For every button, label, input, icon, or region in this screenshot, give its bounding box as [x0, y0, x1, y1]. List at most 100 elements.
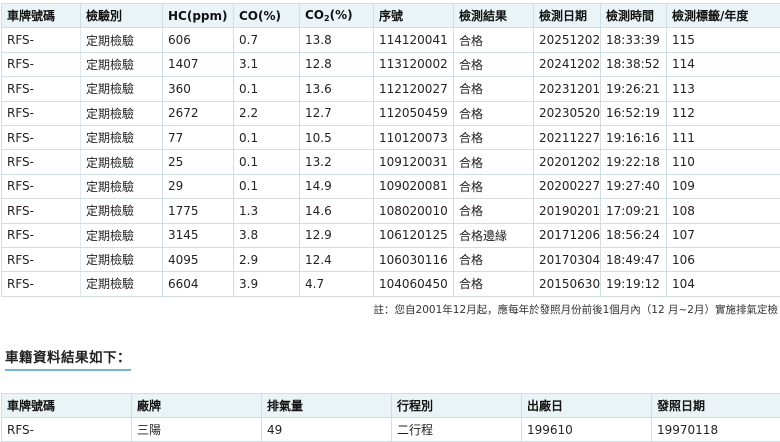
col-header-serial: 序號 — [373, 2, 454, 29]
cell-result: 合格 — [453, 198, 534, 224]
vehicle-section-title: 車籍資料結果如下： — [5, 346, 131, 371]
col-header-co: CO(%) — [233, 2, 300, 29]
cell-serial: 112120027 — [373, 76, 454, 102]
cell-hc: 29 — [162, 173, 234, 200]
cell-co2: 12.7 — [299, 100, 374, 126]
cell-hc: 6604 — [162, 271, 234, 297]
cell-plate: RFS- — [1, 76, 81, 102]
vehicle-cell-plate: RFS- — [1, 417, 132, 442]
vehicle-header-displacement: 排氣量 — [261, 393, 392, 418]
cell-co: 0.1 — [233, 76, 300, 102]
vehicle-registration-table: 車牌號碼 廠牌 排氣量 行程別 出廠日 發照日期 RFS- 三陽 49 二行程 … — [1, 393, 780, 442]
cell-type: 定期檢驗 — [80, 124, 163, 151]
vehicle-header-plate: 車牌號碼 — [1, 393, 132, 418]
vehicle-cell-displacement: 49 — [261, 417, 392, 442]
cell-co: 2.2 — [233, 100, 300, 126]
cell-type: 定期檢驗 — [80, 100, 163, 126]
cell-result: 合格邊緣 — [453, 222, 534, 248]
cell-label: 114 — [666, 51, 780, 78]
cell-time: 19:16:16 — [600, 124, 667, 151]
vehicle-cell-stroke: 二行程 — [391, 417, 522, 442]
cell-serial: 112050459 — [373, 100, 454, 126]
col-header-result: 檢測結果 — [453, 2, 534, 29]
cell-co2: 14.6 — [299, 198, 374, 224]
table-row: RFS- 定期檢驗 606 0.7 13.8 114120041 合格 20251202 18:… — [1, 27, 780, 53]
cell-time: 18:56:24 — [600, 222, 667, 248]
cell-serial: 104060450 — [373, 271, 454, 297]
cell-type: 定期檢驗 — [80, 149, 163, 175]
cell-label: 113 — [666, 76, 780, 102]
cell-hc: 2672 — [162, 100, 234, 126]
cell-serial: 110120073 — [373, 124, 454, 151]
cell-co2: 12.9 — [299, 222, 374, 248]
cell-co2: 14.9 — [299, 173, 374, 200]
cell-date: 20190201 — [533, 198, 601, 224]
cell-time: 17:09:21 — [600, 198, 667, 224]
cell-date: 20230520 — [533, 100, 601, 126]
inspection-header-row: 車牌號碼 檢驗別 HC(ppm) CO(%) CO2(%) 序號 檢測結果 檢測… — [1, 2, 780, 29]
cell-co: 3.1 — [233, 51, 300, 78]
cell-plate: RFS- — [1, 246, 81, 273]
col-header-hc: HC(ppm) — [162, 2, 234, 29]
cell-type: 定期檢驗 — [80, 27, 163, 53]
table-row: RFS- 定期檢驗 77 0.1 10.5 110120073 合格 20211227 19:1… — [1, 124, 780, 151]
cell-co2: 12.4 — [299, 246, 374, 273]
cell-serial: 109020081 — [373, 173, 454, 200]
cell-co2: 13.6 — [299, 76, 374, 102]
cell-co: 0.1 — [233, 124, 300, 151]
cell-label: 112 — [666, 100, 780, 126]
cell-co: 0.1 — [233, 149, 300, 175]
table-row: RFS- 定期檢驗 6604 3.9 4.7 104060450 合格 20150630 19:… — [1, 271, 780, 297]
cell-co2: 13.2 — [299, 149, 374, 175]
cell-hc: 360 — [162, 76, 234, 102]
inspection-note: 註：您自2001年12月起，應每年於發照月份前後1個月內（12 月~2月）實施排… — [373, 304, 778, 316]
cell-label: 108 — [666, 198, 780, 224]
table-row: RFS- 定期檢驗 3145 3.8 12.9 106120125 合格邊緣 20171206… — [1, 222, 780, 248]
cell-time: 16:52:19 — [600, 100, 667, 126]
cell-type: 定期檢驗 — [80, 51, 163, 78]
cell-label: 109 — [666, 173, 780, 200]
cell-type: 定期檢驗 — [80, 173, 163, 200]
table-row: RFS- 定期檢驗 25 0.1 13.2 109120031 合格 20201202 19:2… — [1, 149, 780, 175]
cell-co: 0.7 — [233, 27, 300, 53]
cell-hc: 3145 — [162, 222, 234, 248]
table-row: RFS- 定期檢驗 2672 2.2 12.7 112050459 合格 20230520 16… — [1, 100, 780, 126]
cell-plate: RFS- — [1, 124, 81, 151]
cell-plate: RFS- — [1, 51, 81, 78]
cell-label: 110 — [666, 149, 780, 175]
cell-serial: 113120002 — [373, 51, 454, 78]
cell-result: 合格 — [453, 100, 534, 126]
cell-time: 19:27:40 — [600, 173, 667, 200]
cell-hc: 606 — [162, 27, 234, 53]
cell-co: 0.1 — [233, 173, 300, 200]
cell-date: 20211227 — [533, 124, 601, 151]
cell-serial: 106120125 — [373, 222, 454, 248]
cell-date: 20200227 — [533, 173, 601, 200]
table-row: RFS- 定期檢驗 1407 3.1 12.8 113120002 合格 20241202 18… — [1, 51, 780, 78]
cell-result: 合格 — [453, 51, 534, 78]
vehicle-header-mfg: 出廠日 — [521, 393, 652, 418]
col-header-time: 檢測時間 — [600, 2, 667, 29]
cell-type: 定期檢驗 — [80, 246, 163, 273]
cell-hc: 77 — [162, 124, 234, 151]
cell-serial: 106030116 — [373, 246, 454, 273]
cell-result: 合格 — [453, 76, 534, 102]
cell-type: 定期檢驗 — [80, 222, 163, 248]
vehicle-header-issue: 發照日期 — [651, 393, 780, 418]
cell-result: 合格 — [453, 173, 534, 200]
cell-co: 3.9 — [233, 271, 300, 297]
cell-plate: RFS- — [1, 198, 81, 224]
cell-co2: 12.8 — [299, 51, 374, 78]
cell-plate: RFS- — [1, 27, 81, 53]
cell-co: 1.3 — [233, 198, 300, 224]
vehicle-header-brand: 廠牌 — [131, 393, 262, 418]
cell-serial: 108020010 — [373, 198, 454, 224]
cell-label: 106 — [666, 246, 780, 273]
cell-label: 104 — [666, 271, 780, 297]
cell-hc: 1775 — [162, 198, 234, 224]
cell-hc: 4095 — [162, 246, 234, 273]
cell-co2: 4.7 — [299, 271, 374, 297]
cell-time: 19:26:21 — [600, 76, 667, 102]
cell-serial: 114120041 — [373, 27, 454, 53]
cell-date: 20251202 — [533, 27, 601, 53]
